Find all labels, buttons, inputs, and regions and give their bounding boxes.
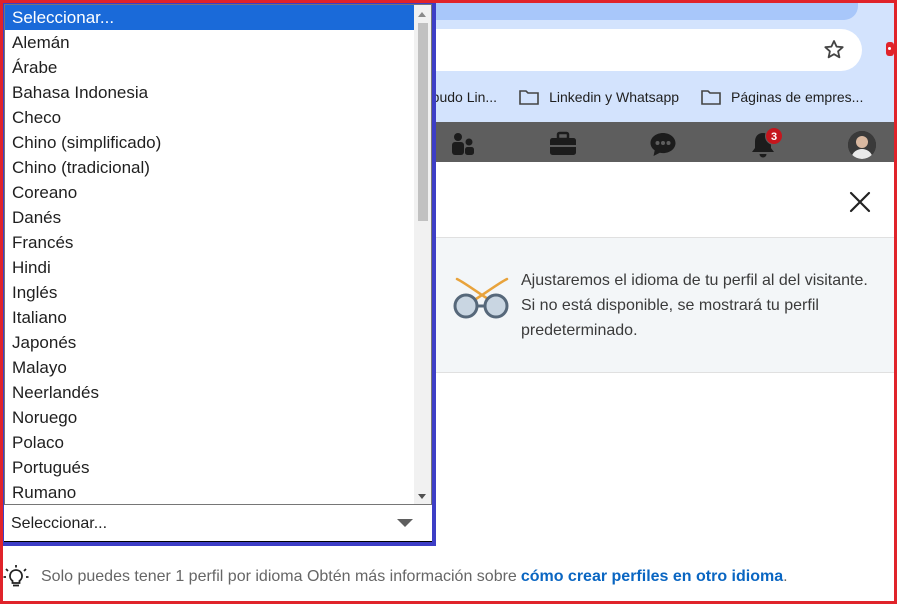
language-option[interactable]: Chino (tradicional)	[5, 155, 415, 180]
language-option[interactable]: Hindi	[5, 255, 415, 280]
hint-row: Solo puedes tener 1 perfil por idioma Ob…	[3, 564, 788, 590]
language-option[interactable]: Bahasa Indonesia	[5, 80, 415, 105]
language-option[interactable]: Neerlandés	[5, 380, 415, 405]
language-option[interactable]: Coreano	[5, 180, 415, 205]
language-option[interactable]: Danés	[5, 205, 415, 230]
language-option[interactable]: Noruego	[5, 405, 415, 430]
language-option[interactable]: Chino (simplificado)	[5, 130, 415, 155]
language-option[interactable]: Malayo	[5, 355, 415, 380]
scroll-up-arrow-icon[interactable]	[418, 12, 426, 17]
avatar-photo	[848, 131, 876, 159]
my-network-icon[interactable]	[450, 131, 476, 157]
language-dropdown-list[interactable]: Seleccionar... Alemán Árabe Bahasa Indonesi…	[4, 4, 432, 505]
language-option[interactable]: Japonés	[5, 330, 415, 355]
language-option[interactable]: Alemán	[5, 30, 415, 55]
language-option[interactable]: Francés	[5, 230, 415, 255]
glasses-icon	[453, 277, 509, 319]
dropdown-scrollbar[interactable]	[414, 5, 431, 504]
bookmark-label: Linkedin y Whatsapp	[549, 89, 680, 105]
hint-period: .	[783, 568, 788, 585]
active-tab[interactable]	[420, 0, 858, 20]
language-option[interactable]: Inglés	[5, 280, 415, 305]
language-option[interactable]: Rumano	[5, 480, 415, 504]
messaging-icon[interactable]	[649, 131, 677, 157]
bookmark-folder[interactable]: Páginas de empres...	[701, 89, 863, 105]
bookmark-folder[interactable]: Linkedin y Whatsapp	[519, 89, 679, 105]
language-info-text: Ajustaremos el idioma de tu perfil al de…	[521, 272, 868, 339]
notification-badge: 3	[765, 127, 783, 145]
language-option[interactable]: Árabe	[5, 55, 415, 80]
hint-text: Solo puedes tener 1 perfil por idioma Ob…	[41, 568, 517, 585]
folder-icon	[519, 90, 539, 105]
language-option[interactable]: Portugués	[5, 455, 415, 480]
language-option[interactable]: Italiano	[5, 305, 415, 330]
bookmark-star-icon[interactable]	[822, 38, 846, 62]
language-option[interactable]: Seleccionar...	[5, 5, 415, 30]
lightbulb-icon	[3, 565, 29, 587]
language-option[interactable]: Checo	[5, 105, 415, 130]
language-options: Seleccionar... Alemán Árabe Bahasa Indonesi…	[5, 5, 431, 504]
extension-icon[interactable]	[886, 42, 894, 56]
jobs-icon[interactable]	[549, 131, 577, 157]
close-icon[interactable]	[848, 190, 872, 214]
language-select[interactable]: Seleccionar...	[4, 505, 436, 542]
profile-avatar[interactable]	[848, 131, 876, 159]
folder-icon	[701, 90, 721, 105]
bookmark-label: Páginas de empres...	[731, 89, 864, 105]
scroll-down-arrow-icon[interactable]	[418, 494, 426, 499]
language-option[interactable]: Polaco	[5, 430, 415, 455]
bookmarks-bar: mbudo Lin... Linkedin y Whatsapp Páginas…	[420, 84, 885, 110]
scroll-thumb[interactable]	[418, 23, 428, 221]
address-bar[interactable]	[420, 29, 862, 71]
chevron-down-icon	[397, 519, 413, 527]
learn-more-link[interactable]: cómo crear perfiles en otro idioma	[521, 568, 783, 586]
language-select-value: Seleccionar...	[11, 515, 108, 532]
